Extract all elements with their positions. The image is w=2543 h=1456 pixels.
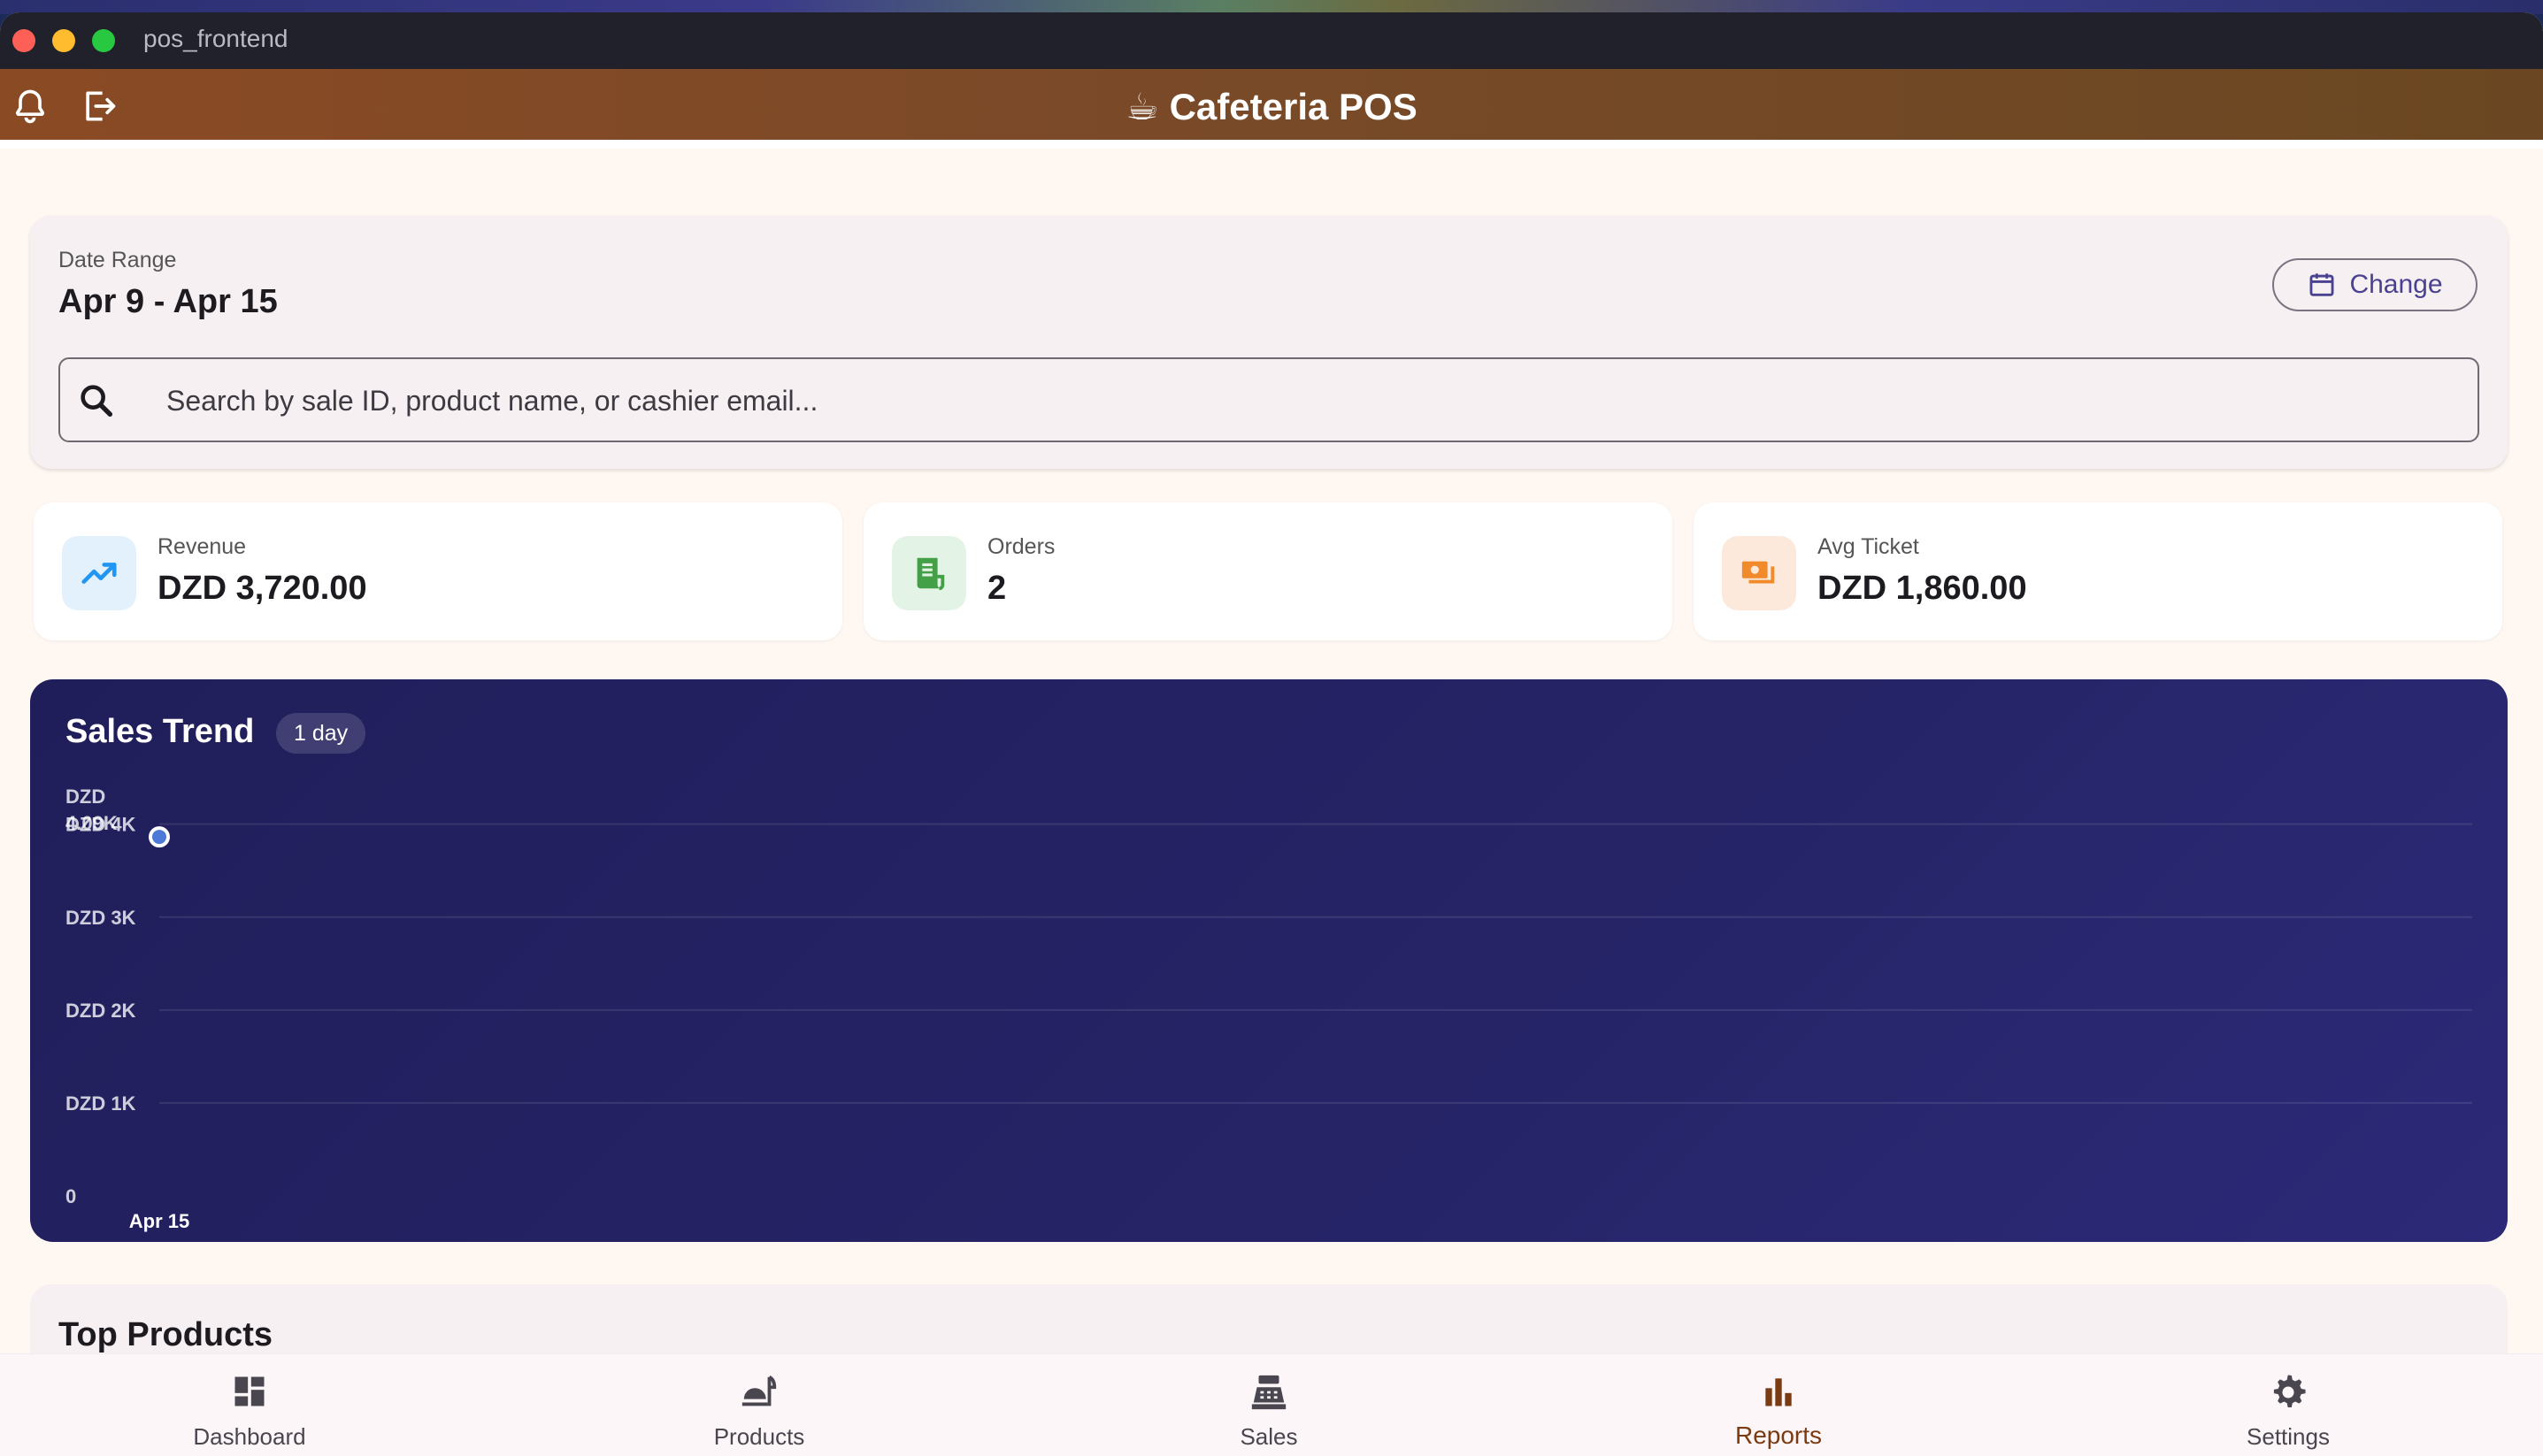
revenue-value: DZD 3,720.00 bbox=[157, 570, 367, 607]
nav-reports-label: Reports bbox=[1734, 1422, 1823, 1449]
y-tick-label: DZD 2K bbox=[65, 1000, 136, 1022]
sales-trend-card: Sales Trend 1 day 0 DZD 1K DZD 2K DZD 3K DZD… bbox=[30, 679, 2508, 1242]
bar-chart-icon bbox=[1765, 1378, 1792, 1406]
nav-settings[interactable]: Settings bbox=[2155, 1354, 2421, 1456]
nav-reports[interactable]: Reports bbox=[1646, 1354, 1911, 1456]
nav-dashboard-label: Dashboard bbox=[193, 1423, 306, 1450]
nav-products-label: Products bbox=[713, 1423, 805, 1450]
app-window: pos_frontend ☕ Cafeteria POS Date Range … bbox=[0, 12, 2543, 1456]
orders-card: Orders 2 bbox=[864, 502, 1672, 640]
orders-value: 2 bbox=[987, 570, 1007, 607]
trending-up-icon bbox=[81, 563, 117, 584]
gear-icon bbox=[2273, 1375, 2306, 1408]
receipt-icon bbox=[917, 557, 945, 591]
avg-ticket-card: Avg Ticket DZD 1,860.00 bbox=[1694, 502, 2502, 640]
cash-register-icon bbox=[1251, 1375, 1287, 1410]
orders-label: Orders bbox=[987, 534, 1056, 559]
app-title: ☕ Cafeteria POS bbox=[1126, 86, 1417, 127]
date-range-card: Date Range Apr 9 - Apr 15 Change bbox=[30, 216, 2508, 469]
nav-settings-label: Settings bbox=[2247, 1423, 2330, 1450]
change-date-button[interactable]: Change bbox=[2272, 258, 2478, 311]
avg-ticket-icon-tile bbox=[1722, 536, 1796, 610]
maximize-window-button[interactable] bbox=[92, 29, 115, 52]
search-input[interactable] bbox=[165, 373, 2451, 428]
revenue-icon-tile bbox=[62, 536, 136, 610]
window-title: pos_frontend bbox=[143, 25, 288, 52]
data-point bbox=[149, 826, 170, 848]
nav-dashboard[interactable]: Dashboard bbox=[117, 1354, 382, 1456]
x-tick-label: Apr 15 bbox=[129, 1210, 189, 1232]
nav-sales[interactable]: Sales bbox=[1136, 1354, 1402, 1456]
search-icon bbox=[81, 385, 113, 418]
y-tick-label: 0 bbox=[65, 1185, 76, 1207]
appbar-divider bbox=[0, 140, 2543, 149]
search-field[interactable] bbox=[58, 357, 2479, 442]
top-products-title: Top Products bbox=[58, 1316, 273, 1353]
date-range-label: Date Range bbox=[58, 248, 177, 272]
nav-sales-label: Sales bbox=[1240, 1423, 1298, 1450]
minimize-window-button[interactable] bbox=[52, 29, 75, 52]
avg-ticket-label: Avg Ticket bbox=[1817, 534, 1919, 559]
sales-trend-chart: 0DZD 1KDZD 2KDZD 3KDZD 4KDZD 4.09KApr 15 bbox=[65, 785, 2472, 1232]
nav-products[interactable]: Products bbox=[626, 1354, 892, 1456]
bottom-navigation: Dashboard Products Sales Reports Setting… bbox=[0, 1353, 2543, 1456]
dashboard-icon bbox=[234, 1376, 265, 1406]
reports-content[interactable]: Date Range Apr 9 - Apr 15 Change Search … bbox=[0, 149, 2543, 1426]
calendar-icon bbox=[2309, 273, 2334, 296]
change-date-label: Change bbox=[2349, 270, 2443, 299]
revenue-label: Revenue bbox=[157, 534, 247, 559]
date-range-value: Apr 9 - Apr 15 bbox=[58, 283, 278, 320]
y-tick-label: DZD 1K bbox=[65, 1092, 136, 1115]
close-window-button[interactable] bbox=[12, 29, 35, 52]
orders-icon-tile bbox=[892, 536, 966, 610]
y-tick-label: DZD 4.09K bbox=[65, 785, 118, 834]
avg-ticket-value: DZD 1,860.00 bbox=[1817, 570, 2027, 607]
window-titlebar: pos_frontend bbox=[0, 12, 2543, 69]
payments-icon bbox=[1741, 561, 1775, 584]
app-bar: ☕ Cafeteria POS bbox=[0, 69, 2543, 140]
food-icon bbox=[741, 1376, 777, 1406]
y-tick-label: DZD 3K bbox=[65, 907, 136, 929]
revenue-card: Revenue DZD 3,720.00 bbox=[34, 502, 842, 640]
